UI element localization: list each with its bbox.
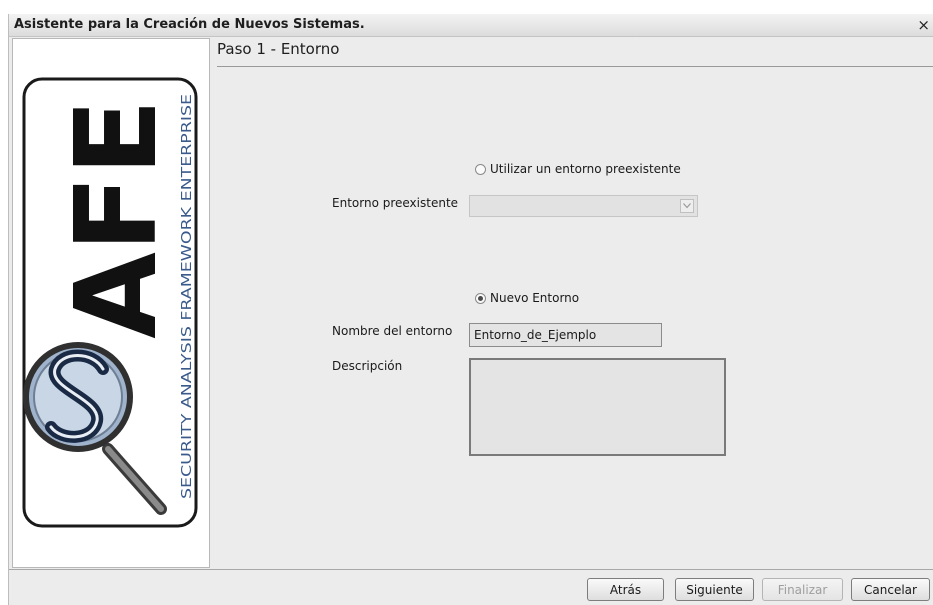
radio-existing-indicator[interactable] (475, 163, 486, 175)
description-textarea[interactable] (469, 358, 726, 456)
title-bar[interactable]: Asistente para la Creación de Nuevos Sis… (9, 14, 933, 37)
description-label: Descripción (332, 359, 403, 373)
cancel-button[interactable]: Cancelar (851, 578, 930, 601)
logo-letters-text: AFE (52, 99, 182, 339)
window-title: Asistente para la Creación de Nuevos Sis… (14, 17, 365, 32)
finish-button[interactable]: Finalizar (762, 578, 843, 601)
step-title: Paso 1 - Entorno (217, 40, 340, 58)
close-icon[interactable]: × (917, 16, 930, 34)
radio-new-label: Nuevo Entorno (490, 291, 580, 305)
chevron-down-icon[interactable] (680, 199, 694, 213)
back-button[interactable]: Atrás (587, 578, 664, 601)
step-divider (217, 66, 933, 67)
logo-panel: AFE SECURITY ANALYSIS FRAMEWORK ENTERPRI… (12, 38, 210, 568)
radio-existing-environment[interactable]: Utilizar un entorno preexistente (475, 162, 681, 176)
logo-letters: AFE (52, 99, 182, 339)
radio-new-environment[interactable]: Nuevo Entorno (475, 291, 579, 305)
wizard-window: Asistente para la Creación de Nuevos Sis… (8, 14, 933, 605)
environment-name-input[interactable]: Entorno_de_Ejemplo (469, 323, 662, 347)
radio-existing-label: Utilizar un entorno preexistente (490, 162, 681, 176)
environment-name-label: Nombre del entorno (332, 324, 453, 338)
button-bar-divider (9, 569, 933, 570)
radio-new-indicator[interactable] (475, 292, 486, 304)
existing-environment-select[interactable] (469, 195, 698, 217)
logo-tagline: SECURITY ANALYSIS FRAMEWORK ENTERPRISE (180, 94, 195, 499)
existing-environment-label: Entorno preexistente (332, 196, 459, 210)
next-button[interactable]: Siguiente (675, 578, 754, 601)
safe-logo: AFE SECURITY ANALYSIS FRAMEWORK ENTERPRI… (22, 77, 198, 528)
